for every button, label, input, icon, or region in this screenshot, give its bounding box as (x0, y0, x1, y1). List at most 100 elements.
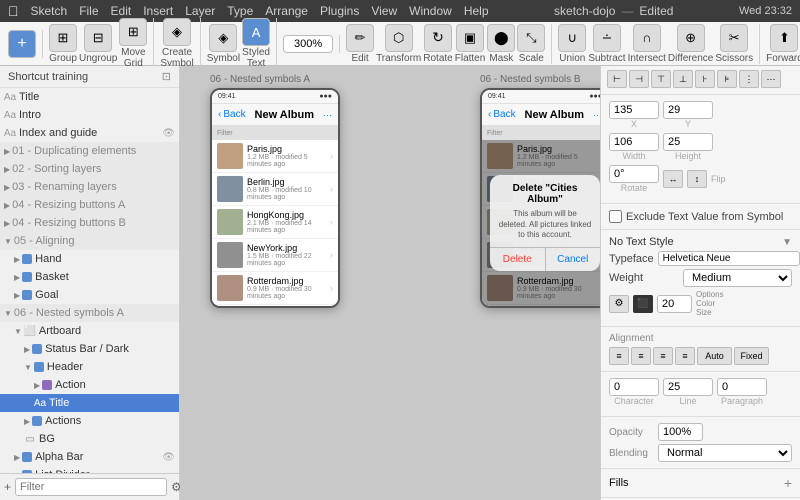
layer-header[interactable]: ▼ Header (0, 358, 179, 376)
menu-sketch[interactable]: Sketch (31, 4, 68, 18)
color-swatch[interactable]: ⬛ (633, 295, 653, 313)
list-item[interactable]: NewYork.jpg1.5 MB · modified 22 minutes … (212, 239, 338, 272)
subtract-button[interactable]: ∸Subtract (588, 24, 625, 64)
add-layer-icon[interactable]: + (4, 480, 11, 494)
exclude-text-checkbox[interactable] (609, 210, 622, 223)
nav-back-button[interactable]: ‹ Back (218, 109, 246, 120)
symbol-button[interactable]: ◈ Symbol (207, 24, 240, 64)
align-center-h[interactable]: ⊣ (629, 70, 649, 88)
layer-listdivider[interactable]: ▶ List Divider (0, 466, 179, 473)
layer-s05[interactable]: ▼ 05 - Aligning (0, 232, 179, 250)
zoom-display[interactable]: 300% (283, 35, 333, 53)
layer-title-selected[interactable]: Aa Title (0, 394, 179, 412)
list-item[interactable]: London.jpg1.1 MB · modified 35 minutes a… (212, 305, 338, 306)
menu-insert[interactable]: Insert (143, 4, 173, 18)
layer-actions[interactable]: ▶ Actions (0, 412, 179, 430)
layer-s01[interactable]: ▶ 01 - Duplicating elements (0, 142, 179, 160)
menu-layer[interactable]: Layer (185, 4, 215, 18)
menu-file[interactable]: File (79, 4, 98, 18)
layer-title[interactable]: Aa Title (0, 88, 179, 106)
layer-index[interactable]: Aa Index and guide 👁 (0, 124, 179, 142)
canvas[interactable]: 06 - Nested symbols A 09:41 ●●● ‹ Back N… (180, 66, 600, 500)
typeface-input[interactable] (658, 251, 800, 266)
distribute-h[interactable]: ⋮ (739, 70, 759, 88)
create-symbol-button[interactable]: ◈ Create Symbol (160, 18, 193, 69)
intersect-button[interactable]: ∩Intersect (628, 24, 666, 64)
flip-h-button[interactable]: ↔ (663, 170, 683, 188)
options-icon[interactable]: ⚙ (609, 295, 629, 313)
align-bottom-edge[interactable]: ⊧ (717, 70, 737, 88)
menu-help[interactable]: Help (464, 4, 489, 18)
list-item[interactable]: Paris.jpg1.2 MB · modified 5 minutes ago… (212, 140, 338, 173)
union-button[interactable]: ∪Union (558, 24, 586, 64)
menu-plugins[interactable]: Plugins (320, 4, 359, 18)
align-left-edge[interactable]: ⊢ (607, 70, 627, 88)
x-input[interactable] (609, 101, 659, 119)
layer-s06[interactable]: ▼ 06 - Nested symbols A (0, 304, 179, 322)
forward-button[interactable]: ⬆Forward (766, 24, 800, 64)
menu-arrange[interactable]: Arrange (265, 4, 308, 18)
nav-actions[interactable]: ··· (323, 110, 332, 120)
layer-action[interactable]: ▶ Action (0, 376, 179, 394)
nav-actions[interactable]: ··· (593, 110, 600, 120)
layer-alphabar[interactable]: ▶ Alpha Bar 👁 (0, 448, 179, 466)
para-spacing-input[interactable] (717, 378, 767, 396)
menu-window[interactable]: Window (409, 4, 452, 18)
layer-s04a[interactable]: ▶ 04 - Resizing buttons A (0, 196, 179, 214)
layer-intro[interactable]: Aa Intro (0, 106, 179, 124)
panel-collapse-icon[interactable]: ⊡ (162, 70, 171, 83)
layer-s02[interactable]: ▶ 02 - Sorting layers (0, 160, 179, 178)
char-spacing-input[interactable] (609, 378, 659, 396)
mask-button[interactable]: ⬤ Mask (487, 24, 515, 64)
scale-button[interactable]: ⤡ Scale (517, 24, 545, 64)
scissors-button[interactable]: ✂Scissors (715, 24, 753, 64)
edit-button[interactable]: ✏ Edit (346, 24, 374, 64)
dialog-delete-button[interactable]: Delete (490, 248, 546, 271)
layer-goal[interactable]: ▶ Goal (0, 286, 179, 304)
layer-artboard[interactable]: ▼ ⬜ Artboard (0, 322, 179, 340)
menu-view[interactable]: View (371, 4, 397, 18)
rotate-button[interactable]: ↻ Rotate (423, 24, 452, 64)
styled-text-button[interactable]: A Styled Text (242, 18, 270, 69)
blending-select[interactable]: Normal Multiply Screen (658, 444, 792, 462)
move-grid-button[interactable]: ⊞ Move Grid (119, 18, 147, 69)
height-input[interactable] (663, 133, 713, 151)
line-spacing-input[interactable] (663, 378, 713, 396)
align-right-edge[interactable]: ⊤ (651, 70, 671, 88)
transform-button[interactable]: ⬡ Transform (376, 24, 421, 64)
y-input[interactable] (663, 101, 713, 119)
layer-statusbar[interactable]: ▶ Status Bar / Dark (0, 340, 179, 358)
font-size-input[interactable] (657, 295, 692, 313)
align-justify-text[interactable]: ≡ (675, 347, 695, 365)
ungroup-button[interactable]: ⊟ Ungroup (79, 24, 117, 64)
align-right-text[interactable]: ≡ (653, 347, 673, 365)
flip-v-button[interactable]: ↕ (687, 170, 707, 188)
layer-s03[interactable]: ▶ 03 - Renaming layers (0, 178, 179, 196)
width-auto[interactable]: Auto (697, 347, 732, 365)
list-item[interactable]: HongKong.jpg2.1 MB · modified 14 minutes… (212, 206, 338, 239)
dropdown-icon[interactable]: ▼ (782, 237, 792, 248)
align-center-v[interactable]: ⊦ (695, 70, 715, 88)
layer-hand[interactable]: ▶ Hand (0, 250, 179, 268)
layer-s04b[interactable]: ▶ 04 - Resizing buttons B (0, 214, 179, 232)
align-left-text[interactable]: ≡ (609, 347, 629, 365)
rotate-input[interactable] (609, 165, 659, 183)
dialog-cancel-button[interactable]: Cancel (546, 248, 601, 271)
layer-basket[interactable]: ▶ Basket (0, 268, 179, 286)
width-fixed[interactable]: Fixed (734, 347, 769, 365)
list-item[interactable]: Berlin.jpg0.8 MB · modified 10 minutes a… (212, 173, 338, 206)
difference-button[interactable]: ⊕Difference (668, 24, 713, 64)
visibility-icon[interactable]: 👁 (162, 452, 175, 463)
search-input[interactable] (15, 478, 167, 496)
list-item[interactable]: Rotterdam.jpg0.9 MB · modified 30 minute… (212, 272, 338, 305)
menu-type[interactable]: Type (227, 4, 253, 18)
nav-back-button[interactable]: ‹ Back (488, 109, 516, 120)
opacity-input[interactable] (658, 423, 703, 441)
align-center-text[interactable]: ≡ (631, 347, 651, 365)
layer-bg[interactable]: ▭ BG (0, 430, 179, 448)
fills-add-icon[interactable]: + (784, 475, 792, 491)
width-input[interactable] (609, 133, 659, 151)
weight-select[interactable]: Medium Regular Bold (683, 269, 792, 287)
group-button[interactable]: ⊞ Group (49, 24, 77, 64)
flatten-button[interactable]: ▣ Flatten (455, 24, 486, 64)
